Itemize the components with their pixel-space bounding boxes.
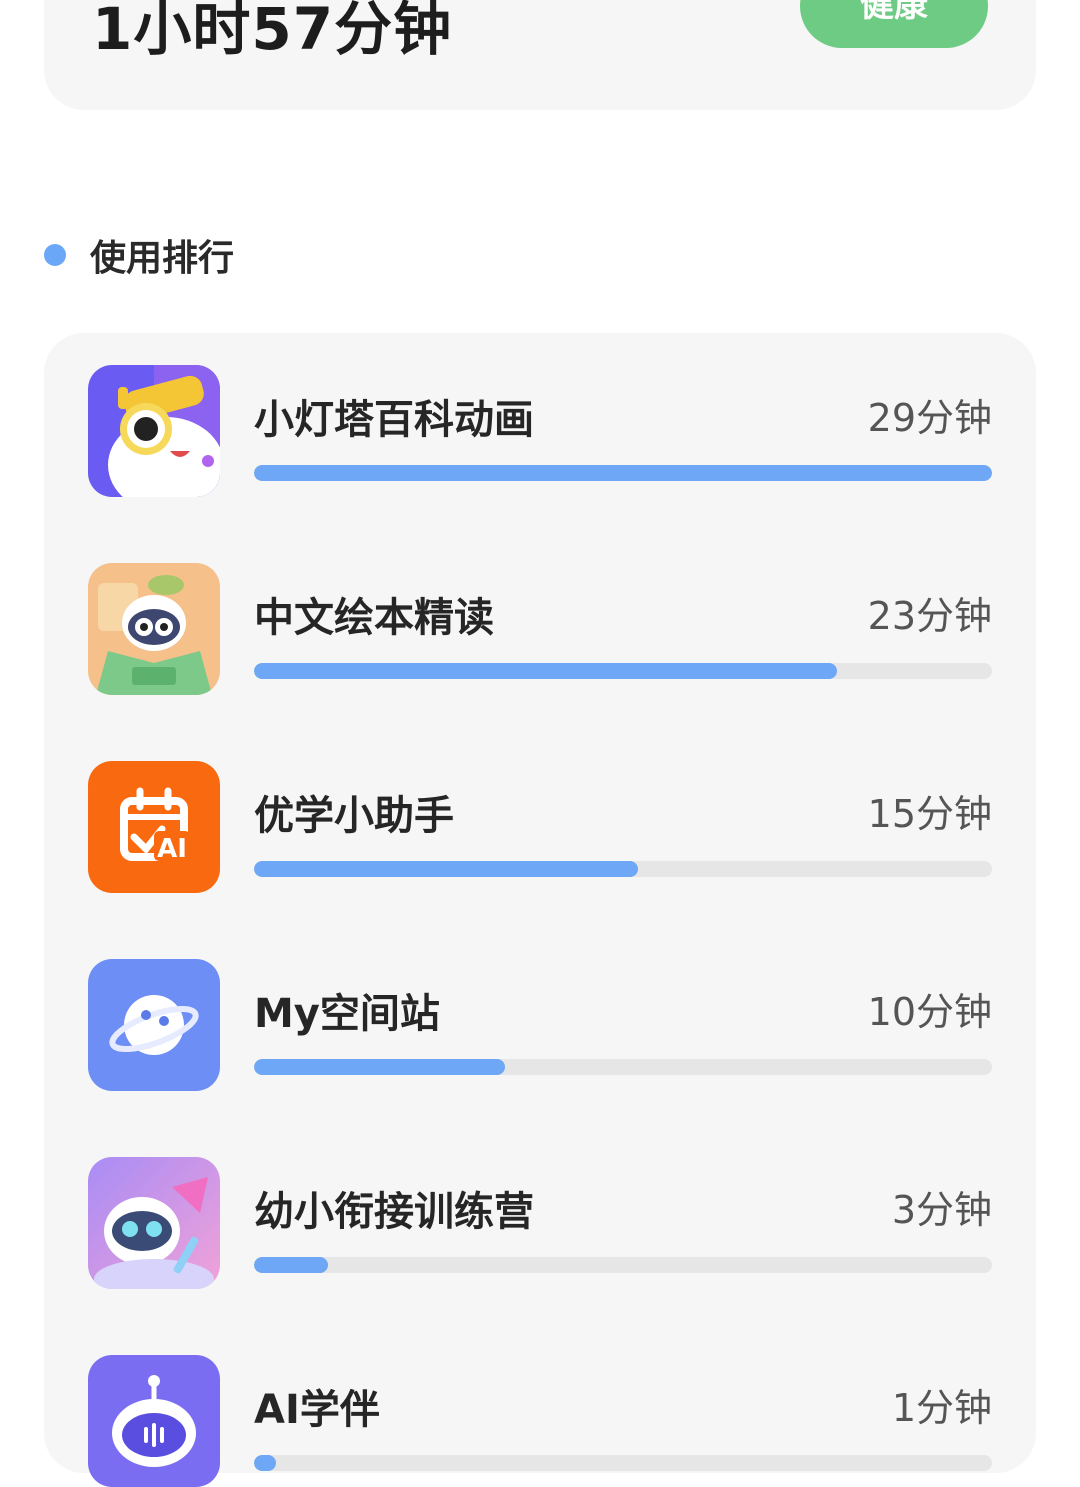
usage-bar-track — [254, 861, 992, 877]
usage-bar-fill — [254, 1059, 505, 1075]
app-row-ai-companion[interactable]: AI学伴 1分钟 — [88, 1355, 992, 1487]
app-name: AI学伴 — [254, 1387, 380, 1433]
app-row-youxue-assistant[interactable]: AI 优学小助手 15分钟 — [88, 761, 992, 893]
health-status-badge: 健康 — [800, 0, 988, 48]
app-usage-time: 1分钟 — [891, 1386, 992, 1430]
app-name: 幼小衔接训练营 — [254, 1189, 534, 1235]
app-name: 小灯塔百科动画 — [254, 397, 534, 443]
app-row-training-camp[interactable]: 幼小衔接训练营 3分钟 — [88, 1157, 992, 1289]
app-usage-time: 23分钟 — [867, 594, 992, 638]
app-row-lighthouse[interactable]: 小灯塔百科动画 29分钟 — [88, 365, 992, 497]
section-header: 使用排行 — [44, 228, 234, 282]
usage-bar-track — [254, 1257, 992, 1273]
usage-bar-fill — [254, 663, 838, 679]
robot-training-icon — [88, 1157, 220, 1289]
app-name: 优学小助手 — [254, 793, 454, 839]
app-row-my-space-station[interactable]: My空间站 10分钟 — [88, 959, 992, 1091]
lighthouse-mascot-icon — [88, 365, 220, 497]
usage-bar-track — [254, 465, 992, 481]
app-name: My空间站 — [254, 991, 440, 1037]
app-usage-time: 29分钟 — [867, 396, 992, 440]
app-usage-time: 15分钟 — [867, 792, 992, 836]
picture-book-mascot-icon — [88, 563, 220, 695]
usage-bar-fill — [254, 1257, 328, 1273]
section-title: 使用排行 — [90, 238, 235, 279]
section-dot-icon — [44, 244, 66, 266]
total-usage-time: 1小时57分钟 — [92, 0, 453, 63]
planet-icon — [88, 959, 220, 1091]
usage-bar-fill — [254, 465, 992, 481]
ai-calendar-icon: AI — [88, 761, 220, 893]
ai-robot-icon — [88, 1355, 220, 1487]
app-usage-time: 10分钟 — [867, 990, 992, 1034]
usage-bar-track — [254, 1059, 992, 1075]
usage-bar-fill — [254, 861, 638, 877]
app-usage-time: 3分钟 — [891, 1188, 992, 1232]
usage-ranking-list — [44, 333, 1036, 1473]
app-row-picture-book[interactable]: 中文绘本精读 23分钟 — [88, 563, 992, 695]
usage-bar-track — [254, 1455, 992, 1471]
health-status-label: 健康 — [860, 0, 928, 25]
svg-text:AI: AI — [157, 834, 187, 864]
app-name: 中文绘本精读 — [254, 595, 494, 641]
usage-bar-track — [254, 663, 992, 679]
usage-bar-fill — [254, 1455, 277, 1471]
